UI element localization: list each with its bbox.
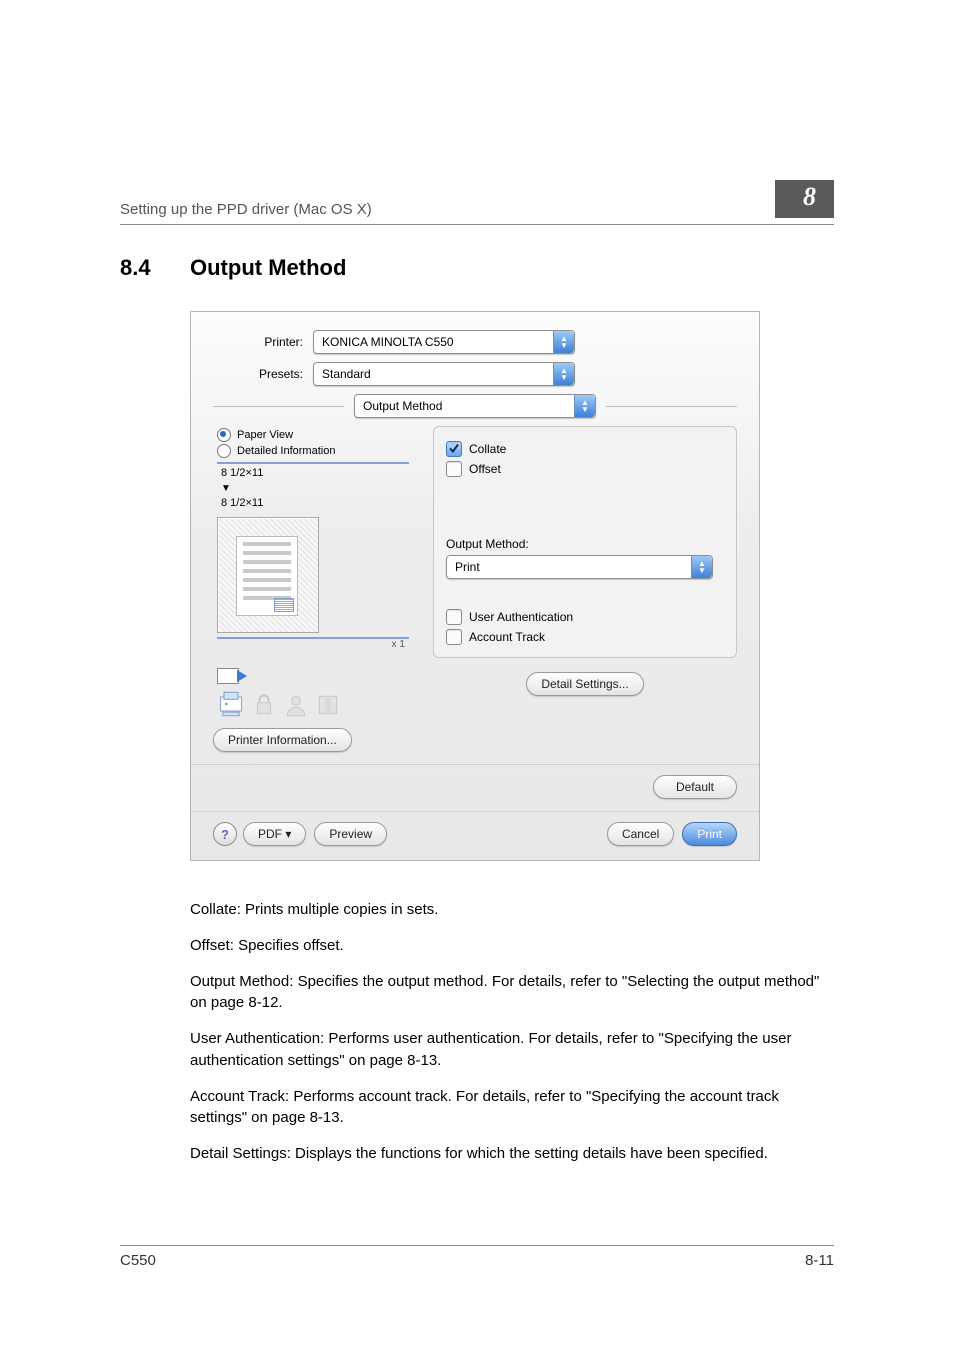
checkbox-icon: [446, 461, 462, 477]
p-user-auth: User Authentication: Performs user authe…: [190, 1028, 830, 1072]
book-icon: [315, 692, 341, 718]
body-text: Collate: Prints multiple copies in sets.…: [190, 899, 830, 1165]
user-icon: [283, 692, 309, 718]
output-method-select[interactable]: Print ▲▼: [446, 555, 713, 579]
section-title: Output Method: [190, 255, 346, 281]
account-track-checkbox[interactable]: Account Track: [446, 629, 724, 645]
output-method-label: Output Method:: [446, 537, 724, 551]
p-collate: Collate: Prints multiple copies in sets.: [190, 899, 830, 921]
radio-icon: [217, 444, 231, 458]
printer-select[interactable]: KONICA MINOLTA C550 ▲▼: [313, 330, 575, 354]
preview-button[interactable]: Preview: [314, 822, 387, 846]
checkbox-icon: [446, 609, 462, 625]
print-flow-icon: [217, 660, 247, 684]
section-number: 8.4: [120, 255, 190, 281]
paper-size-info: 8 1/2×11 ▼ 8 1/2×11: [217, 462, 409, 511]
breadcrumb: Setting up the PPD driver (Mac OS X): [120, 201, 372, 218]
chevron-updown-icon: ▲▼: [553, 363, 574, 385]
p-detail-settings: Detail Settings: Displays the functions …: [190, 1143, 830, 1165]
page-preview: [217, 517, 319, 633]
footer-model: C550: [120, 1252, 156, 1269]
presets-select[interactable]: Standard ▲▼: [313, 362, 575, 386]
lock-icon: [251, 692, 277, 718]
p-offset: Offset: Specifies offset.: [190, 935, 830, 957]
printer-label: Printer:: [213, 335, 313, 349]
user-authentication-checkbox[interactable]: User Authentication: [446, 609, 724, 625]
copier-icon: [217, 690, 245, 718]
chevron-updown-icon: ▲▼: [691, 556, 712, 578]
paper-view-radio[interactable]: Paper View: [217, 428, 413, 442]
collate-checkbox[interactable]: Collate: [446, 441, 724, 457]
pane-select[interactable]: Output Method ▲▼: [354, 394, 596, 418]
printer-information-button[interactable]: Printer Information...: [213, 728, 352, 752]
chevron-updown-icon: ▲▼: [553, 331, 574, 353]
p-account-track: Account Track: Performs account track. F…: [190, 1086, 830, 1130]
detail-settings-button[interactable]: Detail Settings...: [526, 672, 643, 696]
help-button[interactable]: ?: [213, 822, 237, 846]
pdf-button[interactable]: PDF ▾: [243, 822, 306, 846]
presets-label: Presets:: [213, 367, 313, 381]
offset-checkbox[interactable]: Offset: [446, 461, 724, 477]
checkbox-checked-icon: [446, 441, 462, 457]
output-options-group: Collate Offset Output Method: Print ▲▼: [433, 426, 737, 658]
footer-page: 8-11: [805, 1252, 834, 1269]
print-dialog: Printer: KONICA MINOLTA C550 ▲▼ Presets:…: [190, 311, 760, 861]
detailed-info-radio[interactable]: Detailed Information: [217, 444, 413, 458]
checkbox-icon: [446, 629, 462, 645]
chapter-number: 8: [775, 180, 834, 218]
radio-selected-icon: [217, 428, 231, 442]
cancel-button[interactable]: Cancel: [607, 822, 674, 846]
print-button[interactable]: Print: [682, 822, 737, 846]
chevron-updown-icon: ▲▼: [574, 395, 595, 417]
p-output-method: Output Method: Specifies the output meth…: [190, 971, 830, 1015]
copy-count: x 1: [217, 637, 409, 650]
default-button[interactable]: Default: [653, 775, 737, 799]
arrow-down-icon: ▼: [221, 483, 231, 494]
